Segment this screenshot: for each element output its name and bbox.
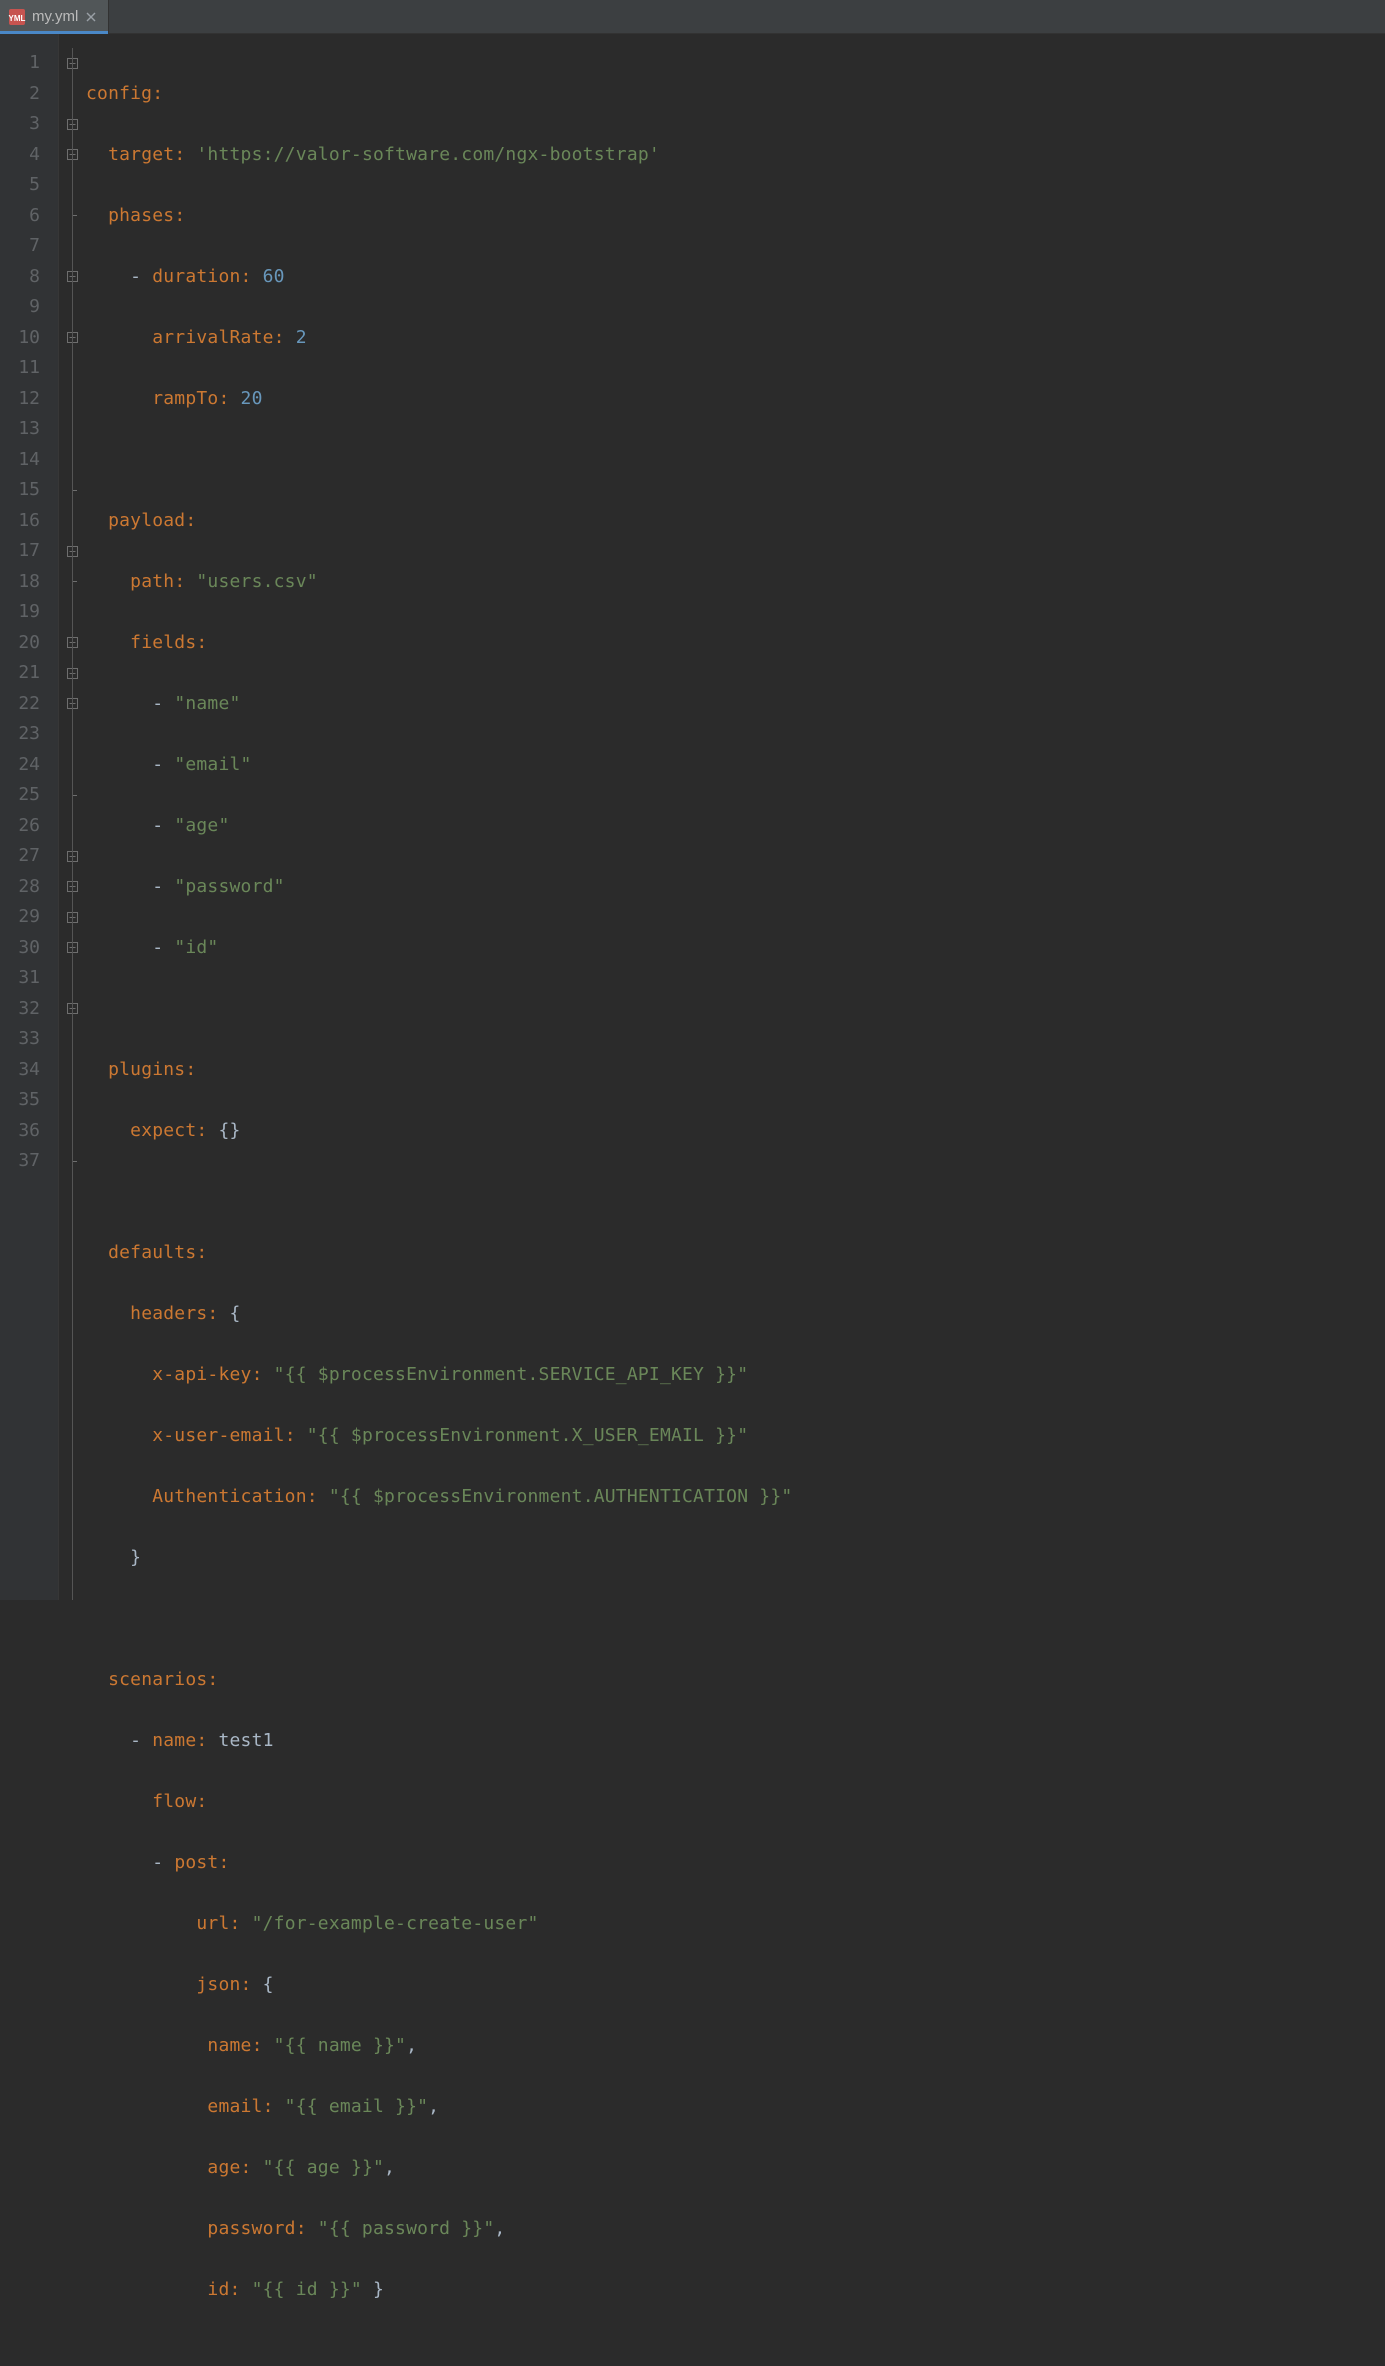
- code-line: rampTo: 20: [86, 384, 1385, 415]
- code-line: id: "{{ id }}" }: [86, 2275, 1385, 2306]
- line-number: 13: [0, 414, 58, 445]
- line-number: 15: [0, 475, 58, 506]
- code-line: headers: {: [86, 1299, 1385, 1330]
- line-number: 24: [0, 750, 58, 781]
- code-line: fields:: [86, 628, 1385, 659]
- svg-text:YML: YML: [9, 14, 26, 23]
- code-line: - name: test1: [86, 1726, 1385, 1757]
- line-number: 19: [0, 597, 58, 628]
- code-line: target: 'https://valor-software.com/ngx-…: [86, 140, 1385, 171]
- line-number: 17: [0, 536, 58, 567]
- line-number: 29: [0, 902, 58, 933]
- line-number: 14: [0, 445, 58, 476]
- yaml-file-icon: YML: [8, 8, 26, 26]
- code-line: payload:: [86, 506, 1385, 537]
- tab-bar: YML my.yml: [0, 0, 1385, 34]
- code-line: defaults:: [86, 1238, 1385, 1269]
- code-line: - "id": [86, 933, 1385, 964]
- code-line: - duration: 60: [86, 262, 1385, 293]
- code-line: - "age": [86, 811, 1385, 842]
- code-line: flow:: [86, 1787, 1385, 1818]
- code-line: name: "{{ name }}",: [86, 2031, 1385, 2062]
- code-editor[interactable]: 1234567891011121314151617181920212223242…: [0, 34, 1385, 1600]
- line-number: 34: [0, 1055, 58, 1086]
- line-number: 10: [0, 323, 58, 354]
- code-line: email: "{{ email }}",: [86, 2092, 1385, 2123]
- tab-label: my.yml: [32, 8, 78, 25]
- fold-gutter[interactable]: [58, 34, 86, 1600]
- code-line: x-user-email: "{{ $processEnvironment.X_…: [86, 1421, 1385, 1452]
- code-line: expect: {}: [86, 1116, 1385, 1147]
- code-line: Authentication: "{{ $processEnvironment.…: [86, 1482, 1385, 1513]
- line-number: 35: [0, 1085, 58, 1116]
- code-line: password: "{{ password }}",: [86, 2214, 1385, 2245]
- line-number: 3: [0, 109, 58, 140]
- close-icon[interactable]: [84, 10, 98, 24]
- line-number: 6: [0, 201, 58, 232]
- line-number: 23: [0, 719, 58, 750]
- code-line: json: {: [86, 1970, 1385, 2001]
- code-line: url: "/for-example-create-user": [86, 1909, 1385, 1940]
- line-number: 21: [0, 658, 58, 689]
- line-number: 27: [0, 841, 58, 872]
- code-line: - "password": [86, 872, 1385, 903]
- line-number: 11: [0, 353, 58, 384]
- code-line: age: "{{ age }}",: [86, 2153, 1385, 2184]
- code-line: path: "users.csv": [86, 567, 1385, 598]
- line-number: 9: [0, 292, 58, 323]
- code-line: [86, 1177, 1385, 1208]
- line-number: 31: [0, 963, 58, 994]
- line-number: 12: [0, 384, 58, 415]
- line-number: 20: [0, 628, 58, 659]
- line-number: 18: [0, 567, 58, 598]
- line-number-gutter: 1234567891011121314151617181920212223242…: [0, 34, 58, 1600]
- line-number: 5: [0, 170, 58, 201]
- code-line: - "email": [86, 750, 1385, 781]
- code-line: - "name": [86, 689, 1385, 720]
- fold-guide-line: [72, 48, 73, 1600]
- line-number: 26: [0, 811, 58, 842]
- code-line: scenarios:: [86, 1665, 1385, 1696]
- line-number: 28: [0, 872, 58, 903]
- code-line: }: [86, 1543, 1385, 1574]
- line-number: 8: [0, 262, 58, 293]
- line-number: 37: [0, 1146, 58, 1177]
- code-area[interactable]: config: target: 'https://valor-software.…: [86, 34, 1385, 1600]
- code-line: phases:: [86, 201, 1385, 232]
- code-line: plugins:: [86, 1055, 1385, 1086]
- line-number: 33: [0, 1024, 58, 1055]
- line-number: 7: [0, 231, 58, 262]
- line-number: 1: [0, 48, 58, 79]
- code-line: - post:: [86, 1848, 1385, 1879]
- line-number: 32: [0, 994, 58, 1025]
- code-line: [86, 994, 1385, 1025]
- code-line: [86, 445, 1385, 476]
- line-number: 22: [0, 689, 58, 720]
- code-line: config:: [86, 79, 1385, 110]
- line-number: 25: [0, 780, 58, 811]
- line-number: 30: [0, 933, 58, 964]
- line-number: 36: [0, 1116, 58, 1147]
- line-number: 2: [0, 79, 58, 110]
- line-number: 4: [0, 140, 58, 171]
- code-line: [86, 1604, 1385, 1635]
- tab-my-yml[interactable]: YML my.yml: [0, 0, 109, 33]
- code-line: x-api-key: "{{ $processEnvironment.SERVI…: [86, 1360, 1385, 1391]
- line-number: 16: [0, 506, 58, 537]
- code-line: arrivalRate: 2: [86, 323, 1385, 354]
